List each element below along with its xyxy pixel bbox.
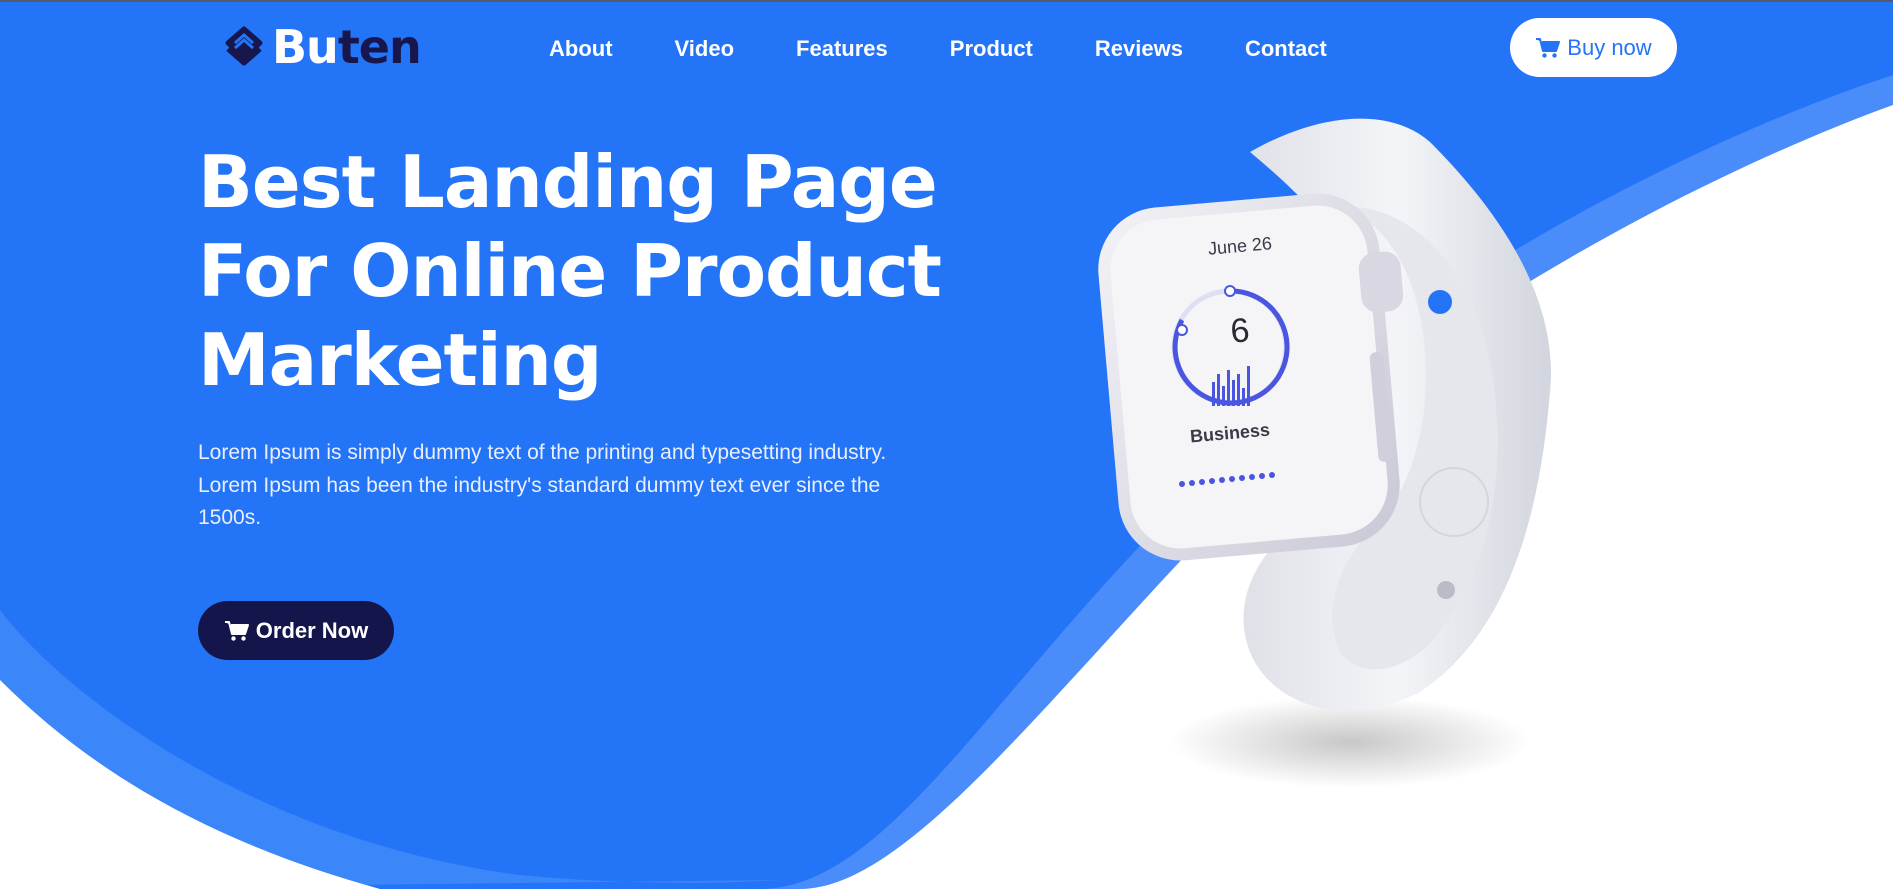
nav-item-video[interactable]: Video [675,36,735,62]
hero-title-line-1: Best Landing Page [198,140,938,224]
cart-icon [224,620,249,641]
order-now-label: Order Now [255,617,369,643]
brand-name-part1: Bu [272,20,339,74]
brand-name-part2: ten [337,20,422,74]
buy-now-button[interactable]: Buy now [1510,18,1677,77]
top-border-line [0,0,1893,2]
cart-icon [1536,37,1561,58]
nav-item-reviews[interactable]: Reviews [1095,36,1183,62]
hero-title-line-3: Marketing [198,318,602,402]
nav-item-about[interactable]: About [549,36,613,62]
watch-ring-knob [1176,324,1188,336]
band-hole [1437,581,1455,599]
watch-crown [1358,251,1404,313]
order-now-button[interactable]: Order Now [198,601,394,660]
smartwatch-image [1098,118,1551,788]
brand-name: Buten [272,24,422,70]
layers-logo-icon [225,26,263,66]
buy-now-label: Buy now [1567,34,1652,60]
nav-item-contact[interactable]: Contact [1245,36,1327,62]
nav-item-features[interactable]: Features [796,36,888,62]
hero-title-line-2: For Online Product [198,229,942,313]
main-nav: About Video Features Product Reviews Con… [549,34,1327,64]
watch-ring-knob [1224,285,1236,297]
band-hole [1428,290,1452,314]
nav-item-product[interactable]: Product [950,36,1033,62]
hero-description: Lorem Ipsum is simply dummy text of the … [198,441,887,529]
hero-title: Best Landing Page For Online Product Mar… [198,138,998,405]
watch-value: 6 [1228,311,1252,351]
brand-logo[interactable]: Buten [222,22,422,72]
